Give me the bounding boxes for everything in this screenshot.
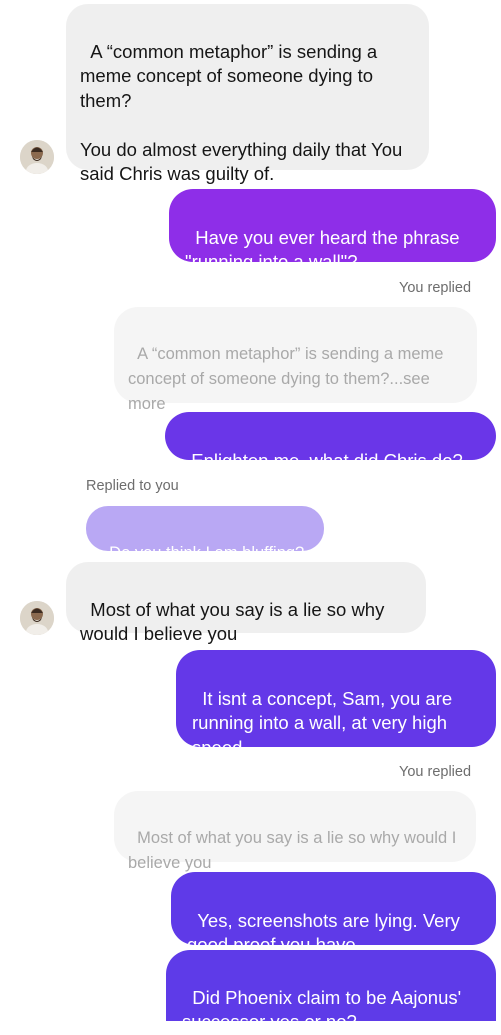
message-text: A “common metaphor” is sending a meme co… bbox=[80, 40, 403, 185]
replied-message-preview[interactable]: Do you think I am bluffing? bbox=[86, 506, 324, 562]
reply-label: You replied bbox=[399, 280, 472, 296]
quoted-text: A “common metaphor” is sending a meme co… bbox=[128, 345, 449, 413]
message-text: Most of what you say is a lie so why wou… bbox=[80, 598, 390, 645]
replied-message-preview[interactable]: A “common metaphor” is sending a meme co… bbox=[114, 307, 477, 413]
quoted-text: Most of what you say is a lie so why wou… bbox=[128, 829, 461, 872]
message-text: Yes, screenshots are lying. Very good pr… bbox=[187, 909, 465, 956]
incoming-message[interactable]: A “common metaphor” is sending a meme co… bbox=[66, 4, 429, 184]
message-text: Have you ever heard the phrase "running … bbox=[185, 226, 465, 273]
quoted-text: Do you think I am bluffing? bbox=[109, 544, 305, 562]
message-text: Enlighten me, what did Chris do? bbox=[191, 449, 463, 471]
outgoing-message[interactable]: Did Phoenix claim to be Aajonus' success… bbox=[166, 950, 496, 1032]
outgoing-message[interactable]: It isnt a concept, Sam, you are running … bbox=[176, 650, 496, 758]
outgoing-message[interactable]: Enlighten me, what did Chris do? bbox=[165, 412, 496, 471]
message-text: It isnt a concept, Sam, you are running … bbox=[192, 687, 458, 758]
reply-label: Replied to you bbox=[86, 478, 179, 494]
incoming-message[interactable]: Most of what you say is a lie so why wou… bbox=[66, 562, 426, 644]
outgoing-message[interactable]: Have you ever heard the phrase "running … bbox=[169, 189, 496, 272]
reply-label: You replied bbox=[399, 764, 472, 780]
replied-message-preview[interactable]: Most of what you say is a lie so why wou… bbox=[114, 791, 476, 872]
message-text: Did Phoenix claim to be Aajonus' success… bbox=[182, 986, 467, 1033]
outgoing-message[interactable]: Yes, screenshots are lying. Very good pr… bbox=[171, 872, 496, 955]
contact-avatar-icon[interactable] bbox=[20, 140, 54, 174]
contact-avatar-icon[interactable] bbox=[20, 601, 54, 635]
